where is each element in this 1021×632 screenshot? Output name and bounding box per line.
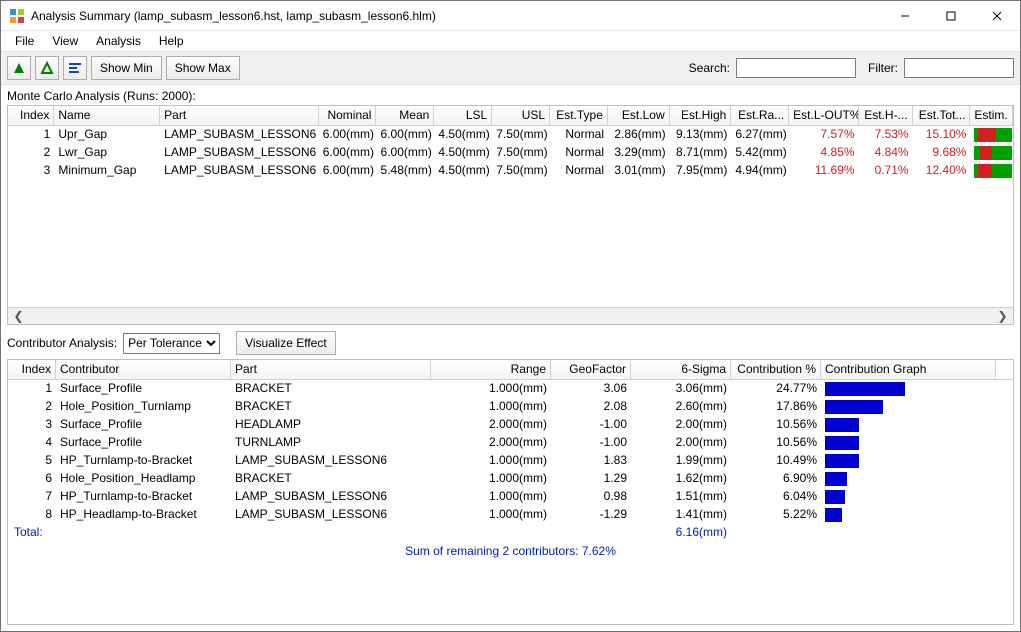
table-row[interactable]: 2Hole_Position_TurnlampBRACKET1.000(mm)2… — [8, 398, 1013, 416]
filter-label: Filter: — [868, 61, 898, 75]
total-row: Total:6.16(mm) — [8, 524, 1013, 542]
mc-body[interactable]: 1Upr_GapLAMP_SUBASM_LESSON66.00(mm)6.00(… — [8, 126, 1013, 307]
mc-col-12[interactable]: Est.H-... — [859, 106, 913, 125]
visualize-effect-button[interactable]: Visualize Effect — [236, 331, 336, 355]
scroll-right-icon[interactable]: ❯ — [994, 309, 1011, 324]
mc-col-11[interactable]: Est.L-OUT% — [789, 106, 858, 125]
contrib-col-5[interactable]: 6-Sigma — [631, 360, 731, 379]
contrib-col-3[interactable]: Range — [431, 360, 551, 379]
mc-col-13[interactable]: Est.Tot... — [913, 106, 971, 125]
table-row[interactable]: 7HP_Turnlamp-to-BracketLAMP_SUBASM_LESSO… — [8, 488, 1013, 506]
contrib-col-7[interactable]: Contribution Graph — [821, 360, 996, 379]
toolbar: Show Min Show Max Search: Filter: — [1, 51, 1020, 85]
table-row[interactable]: 5HP_Turnlamp-to-BracketLAMP_SUBASM_LESSO… — [8, 452, 1013, 470]
mc-col-2[interactable]: Part — [160, 106, 318, 125]
mc-col-6[interactable]: USL — [492, 106, 550, 125]
mc-col-9[interactable]: Est.High — [670, 106, 732, 125]
bars-icon[interactable] — [63, 56, 87, 80]
menu-analysis[interactable]: Analysis — [88, 32, 149, 50]
minimize-button[interactable] — [882, 1, 928, 31]
filter-input[interactable] — [904, 58, 1014, 78]
maximize-button[interactable] — [928, 1, 974, 31]
tree-solid-icon[interactable] — [7, 56, 31, 80]
contrib-table: IndexContributorPartRangeGeoFactor6-Sigm… — [7, 359, 1014, 625]
search-label: Search: — [689, 61, 730, 75]
contrib-mode-select[interactable]: Per Tolerance — [123, 333, 220, 354]
contrib-col-0[interactable]: Index — [8, 360, 56, 379]
table-row[interactable]: 3Minimum_GapLAMP_SUBASM_LESSON66.00(mm)5… — [8, 162, 1013, 180]
table-row[interactable]: 6Hole_Position_HeadlampBRACKET1.000(mm)1… — [8, 470, 1013, 488]
search-input[interactable] — [736, 58, 856, 78]
tree-outline-icon[interactable] — [35, 56, 59, 80]
table-row[interactable]: 2Lwr_GapLAMP_SUBASM_LESSON66.00(mm)6.00(… — [8, 144, 1013, 162]
table-row[interactable]: 3Surface_ProfileHEADLAMP2.000(mm)-1.002.… — [8, 416, 1013, 434]
contrib-controls: Contributor Analysis: Per Tolerance Visu… — [1, 325, 1020, 359]
mc-col-14[interactable]: Estim. — [970, 106, 1013, 125]
mc-col-7[interactable]: Est.Type — [550, 106, 608, 125]
show-max-button[interactable]: Show Max — [166, 56, 240, 80]
contrib-body[interactable]: 1Surface_ProfileBRACKET1.000(mm)3.063.06… — [8, 380, 1013, 624]
table-row[interactable]: 1Upr_GapLAMP_SUBASM_LESSON66.00(mm)6.00(… — [8, 126, 1013, 144]
mc-header: IndexNamePartNominalMeanLSLUSLEst.TypeEs… — [8, 106, 1013, 126]
mc-col-1[interactable]: Name — [54, 106, 160, 125]
app-icon — [9, 8, 25, 24]
mc-col-8[interactable]: Est.Low — [608, 106, 670, 125]
contrib-col-4[interactable]: GeoFactor — [551, 360, 631, 379]
mc-heading: Monte Carlo Analysis (Runs: 2000): — [1, 85, 1020, 105]
table-row[interactable]: 1Surface_ProfileBRACKET1.000(mm)3.063.06… — [8, 380, 1013, 398]
menu-file[interactable]: File — [7, 32, 42, 50]
mc-col-0[interactable]: Index — [8, 106, 54, 125]
mc-scrollbar[interactable]: ❮ ❯ — [8, 307, 1013, 324]
table-row[interactable]: 8HP_Headlamp-to-BracketLAMP_SUBASM_LESSO… — [8, 506, 1013, 524]
close-button[interactable] — [974, 1, 1020, 31]
contrib-col-6[interactable]: Contribution % — [731, 360, 821, 379]
mc-col-3[interactable]: Nominal — [319, 106, 377, 125]
contrib-header: IndexContributorPartRangeGeoFactor6-Sigm… — [8, 360, 1013, 380]
scroll-left-icon[interactable]: ❮ — [10, 309, 27, 324]
contrib-col-1[interactable]: Contributor — [56, 360, 231, 379]
mc-col-4[interactable]: Mean — [376, 106, 434, 125]
show-min-button[interactable]: Show Min — [91, 56, 162, 80]
window-title: Analysis Summary (lamp_subasm_lesson6.hs… — [31, 9, 882, 23]
menu-help[interactable]: Help — [151, 32, 192, 50]
contrib-col-2[interactable]: Part — [231, 360, 431, 379]
table-row[interactable]: 4Surface_ProfileTURNLAMP2.000(mm)-1.002.… — [8, 434, 1013, 452]
mc-table: IndexNamePartNominalMeanLSLUSLEst.TypeEs… — [7, 105, 1014, 325]
titlebar: Analysis Summary (lamp_subasm_lesson6.hs… — [1, 1, 1020, 31]
menubar: File View Analysis Help — [1, 31, 1020, 51]
mc-col-5[interactable]: LSL — [434, 106, 492, 125]
contrib-label: Contributor Analysis: — [7, 336, 117, 350]
menu-view[interactable]: View — [44, 32, 86, 50]
sum-remaining: Sum of remaining 2 contributors: 7.62% — [8, 542, 1013, 558]
mc-col-10[interactable]: Est.Ra... — [731, 106, 789, 125]
